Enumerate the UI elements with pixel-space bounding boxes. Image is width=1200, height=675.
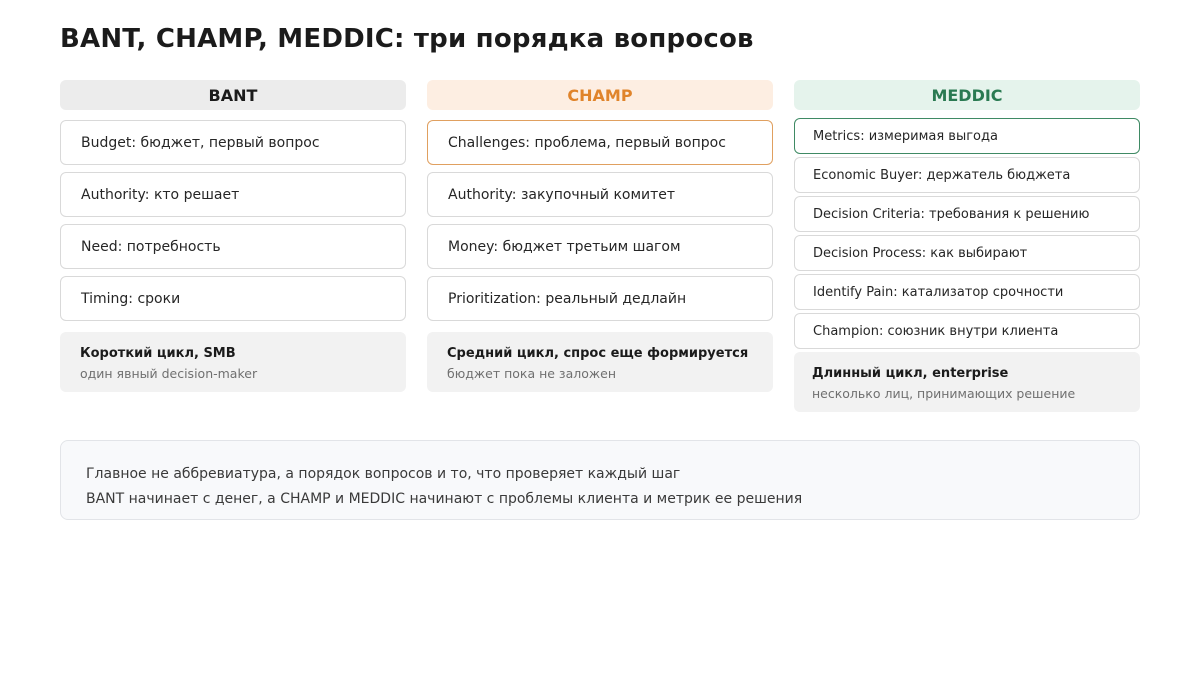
champ-column: CHAMP Challenges: проблема, первый вопро… bbox=[427, 80, 773, 392]
champ-item-money: Money: бюджет третьим шагом bbox=[427, 224, 773, 269]
meddic-header: MEDDIC bbox=[794, 80, 1140, 110]
champ-note-subtitle: бюджет пока не заложен bbox=[447, 366, 616, 381]
meddic-item-metrics: Metrics: измеримая выгода bbox=[794, 118, 1140, 154]
meddic-item-economic-buyer: Economic Buyer: держатель бюджета bbox=[794, 157, 1140, 193]
bant-note-title: Короткий цикл, SMB bbox=[80, 346, 236, 361]
bant-note-subtitle: один явный decision-maker bbox=[80, 366, 258, 381]
champ-item-authority: Authority: закупочный комитет bbox=[427, 172, 773, 217]
meddic-column: MEDDIC Metrics: измеримая выгода Economi… bbox=[794, 80, 1140, 412]
champ-header: CHAMP bbox=[427, 80, 773, 110]
bant-item-timing: Timing: сроки bbox=[60, 276, 406, 321]
bant-header: BANT bbox=[60, 80, 406, 110]
meddic-item-champion: Champion: союзник внутри клиента bbox=[794, 313, 1140, 349]
bant-column: BANT Budget: бюджет, первый вопрос Autho… bbox=[60, 80, 406, 392]
meddic-note-title: Длинный цикл, enterprise bbox=[812, 366, 1009, 381]
summary-box: Главное не аббревиатура, а порядок вопро… bbox=[60, 440, 1140, 520]
meddic-note: Длинный цикл, enterprise несколько лиц, … bbox=[794, 352, 1140, 412]
meddic-note-subtitle: несколько лиц, принимающих решение bbox=[812, 386, 1076, 401]
meddic-item-identify-pain: Identify Pain: катализатор срочности bbox=[794, 274, 1140, 310]
meddic-item-decision-process: Decision Process: как выбирают bbox=[794, 235, 1140, 271]
champ-note-title: Средний цикл, спрос еще формируется bbox=[447, 346, 749, 361]
bant-item-budget: Budget: бюджет, первый вопрос bbox=[60, 120, 406, 165]
bant-item-authority: Authority: кто решает bbox=[60, 172, 406, 217]
page-title: BANT, CHAMP, MEDDIC: три порядка вопросо… bbox=[60, 24, 754, 54]
champ-item-prioritization: Prioritization: реальный дедлайн bbox=[427, 276, 773, 321]
summary-line-1: Главное не аббревиатура, а порядок вопро… bbox=[86, 466, 681, 482]
meddic-item-decision-criteria: Decision Criteria: требования к решению bbox=[794, 196, 1140, 232]
bant-item-need: Need: потребность bbox=[60, 224, 406, 269]
bant-note: Короткий цикл, SMB один явный decision-m… bbox=[60, 332, 406, 392]
summary-line-2: BANT начинает с денег, а CHAMP и MEDDIC … bbox=[86, 491, 803, 507]
champ-item-challenges: Challenges: проблема, первый вопрос bbox=[427, 120, 773, 165]
champ-note: Средний цикл, спрос еще формируется бюдж… bbox=[427, 332, 773, 392]
